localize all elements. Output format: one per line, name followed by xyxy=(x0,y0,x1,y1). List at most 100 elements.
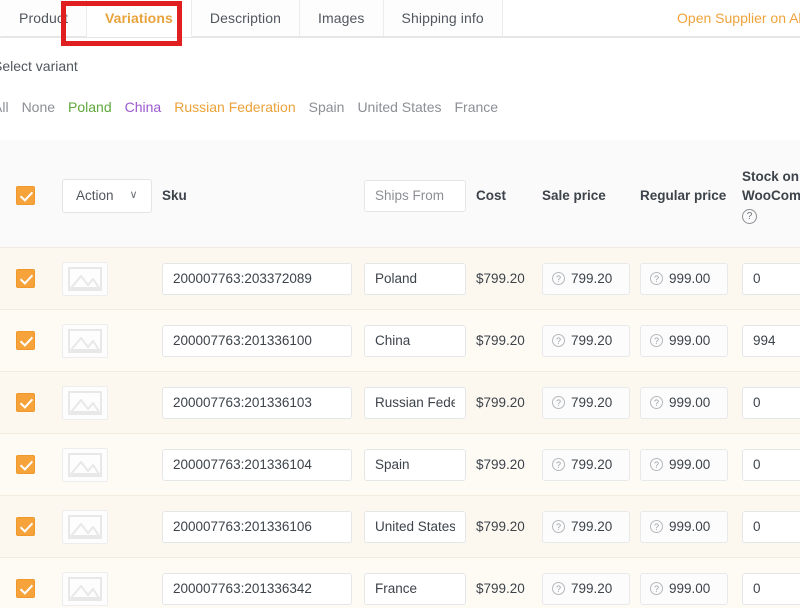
stock-input[interactable] xyxy=(742,325,800,357)
sku-input[interactable] xyxy=(162,573,352,605)
row-checkbox[interactable] xyxy=(16,331,35,350)
variant-filter-all[interactable]: All xyxy=(0,99,9,115)
cost-value: $799.20 xyxy=(476,519,525,534)
row-select-cell xyxy=(0,455,50,474)
ships-from-filter-input[interactable] xyxy=(364,180,466,212)
help-icon[interactable]: ? xyxy=(742,209,757,224)
sale-price-field[interactable]: ? 799.20 xyxy=(542,573,630,605)
variant-filter-none[interactable]: None xyxy=(22,99,55,115)
row-checkbox[interactable] xyxy=(16,517,35,536)
ships-from-input[interactable] xyxy=(364,573,466,605)
sale-price-field[interactable]: ? 799.20 xyxy=(542,511,630,543)
header-cost-label: Cost xyxy=(476,188,506,203)
sku-input[interactable] xyxy=(162,325,352,357)
row-cost-cell: $799.20 xyxy=(476,395,542,410)
regular-price-field[interactable]: ? 999.00 xyxy=(640,573,728,605)
ships-from-input[interactable] xyxy=(364,325,466,357)
row-sku-cell xyxy=(162,387,364,419)
row-regular-price-cell: ? 999.00 xyxy=(640,511,742,543)
sku-input[interactable] xyxy=(162,511,352,543)
row-stock-cell xyxy=(742,263,800,295)
table-row: $799.20 ? 799.20 ? 999.00 xyxy=(0,248,800,310)
sku-input[interactable] xyxy=(162,263,352,295)
row-checkbox[interactable] xyxy=(16,455,35,474)
select-all-checkbox[interactable] xyxy=(16,186,35,205)
sale-price-field[interactable]: ? 799.20 xyxy=(542,387,630,419)
ships-from-input[interactable] xyxy=(364,511,466,543)
open-supplier-link[interactable]: Open Supplier on AliE xyxy=(677,0,800,37)
action-dropdown-button[interactable]: Action ∨ xyxy=(62,179,152,213)
variant-filter-russian-federation[interactable]: Russian Federation xyxy=(174,99,295,115)
ships-from-input[interactable] xyxy=(364,449,466,481)
cost-value: $799.20 xyxy=(476,333,525,348)
sale-price-field[interactable]: ? 799.20 xyxy=(542,263,630,295)
row-select-cell xyxy=(0,269,50,288)
regular-price-value: 999.00 xyxy=(669,271,710,286)
regular-price-field[interactable]: ? 999.00 xyxy=(640,263,728,295)
image-placeholder-icon[interactable] xyxy=(62,386,108,420)
cost-value: $799.20 xyxy=(476,271,525,286)
row-checkbox[interactable] xyxy=(16,579,35,598)
row-sku-cell xyxy=(162,263,364,295)
sku-input[interactable] xyxy=(162,449,352,481)
regular-price-field[interactable]: ? 999.00 xyxy=(640,511,728,543)
image-placeholder-icon[interactable] xyxy=(62,510,108,544)
sale-price-value: 799.20 xyxy=(571,519,612,534)
sale-price-field[interactable]: ? 799.20 xyxy=(542,449,630,481)
help-icon: ? xyxy=(650,334,663,347)
header-sku: Sku xyxy=(162,188,364,203)
stock-input[interactable] xyxy=(742,573,800,605)
sale-price-field[interactable]: ? 799.20 xyxy=(542,325,630,357)
tab-product[interactable]: Product xyxy=(0,0,87,37)
help-icon: ? xyxy=(552,396,565,409)
tab-label: Images xyxy=(318,10,365,26)
regular-price-field[interactable]: ? 999.00 xyxy=(640,387,728,419)
tab-shipping-info[interactable]: Shipping info xyxy=(384,0,503,37)
regular-price-value: 999.00 xyxy=(669,581,710,596)
sku-input[interactable] xyxy=(162,387,352,419)
row-image-cell xyxy=(50,572,162,606)
regular-price-field[interactable]: ? 999.00 xyxy=(640,325,728,357)
regular-price-field[interactable]: ? 999.00 xyxy=(640,449,728,481)
row-select-cell xyxy=(0,517,50,536)
action-dropdown-label: Action xyxy=(76,188,114,203)
stock-input[interactable] xyxy=(742,387,800,419)
row-checkbox[interactable] xyxy=(16,269,35,288)
header-sale-price-label: Sale price xyxy=(542,188,606,203)
row-image-cell xyxy=(50,510,162,544)
action-cell: Action ∨ xyxy=(50,179,162,213)
row-regular-price-cell: ? 999.00 xyxy=(640,387,742,419)
image-placeholder-icon[interactable] xyxy=(62,324,108,358)
tab-bar-spacer xyxy=(503,0,677,37)
stock-input[interactable] xyxy=(742,263,800,295)
row-sale-price-cell: ? 799.20 xyxy=(542,573,640,605)
header-stock-line2: WooCom xyxy=(742,186,800,205)
tab-description[interactable]: Description xyxy=(192,0,300,37)
ships-from-input[interactable] xyxy=(364,387,466,419)
row-ships-from-cell xyxy=(364,263,476,295)
tab-variations[interactable]: Variations xyxy=(87,0,192,37)
variant-filter-china[interactable]: China xyxy=(125,99,162,115)
help-icon: ? xyxy=(650,458,663,471)
variant-filter-spain[interactable]: Spain xyxy=(309,99,345,115)
tab-images[interactable]: Images xyxy=(300,0,384,37)
image-placeholder-icon[interactable] xyxy=(62,448,108,482)
stock-input[interactable] xyxy=(742,511,800,543)
image-placeholder-icon[interactable] xyxy=(62,262,108,296)
table-header-row: Action ∨ Sku Cost Sale price Regular pri… xyxy=(0,140,800,248)
ships-from-input[interactable] xyxy=(364,263,466,295)
cost-value: $799.20 xyxy=(476,395,525,410)
table-row: $799.20 ? 799.20 ? 999.00 xyxy=(0,372,800,434)
image-placeholder-icon[interactable] xyxy=(62,572,108,606)
row-image-cell xyxy=(50,324,162,358)
stock-input[interactable] xyxy=(742,449,800,481)
help-icon: ? xyxy=(650,272,663,285)
row-checkbox[interactable] xyxy=(16,393,35,412)
variant-filter-list: All None Poland China Russian Federation… xyxy=(0,99,498,115)
row-image-cell xyxy=(50,262,162,296)
variant-filter-france[interactable]: France xyxy=(455,99,499,115)
sale-price-value: 799.20 xyxy=(571,457,612,472)
chevron-down-icon: ∨ xyxy=(130,190,138,201)
variant-filter-united-states[interactable]: United States xyxy=(357,99,441,115)
variant-filter-poland[interactable]: Poland xyxy=(68,99,112,115)
